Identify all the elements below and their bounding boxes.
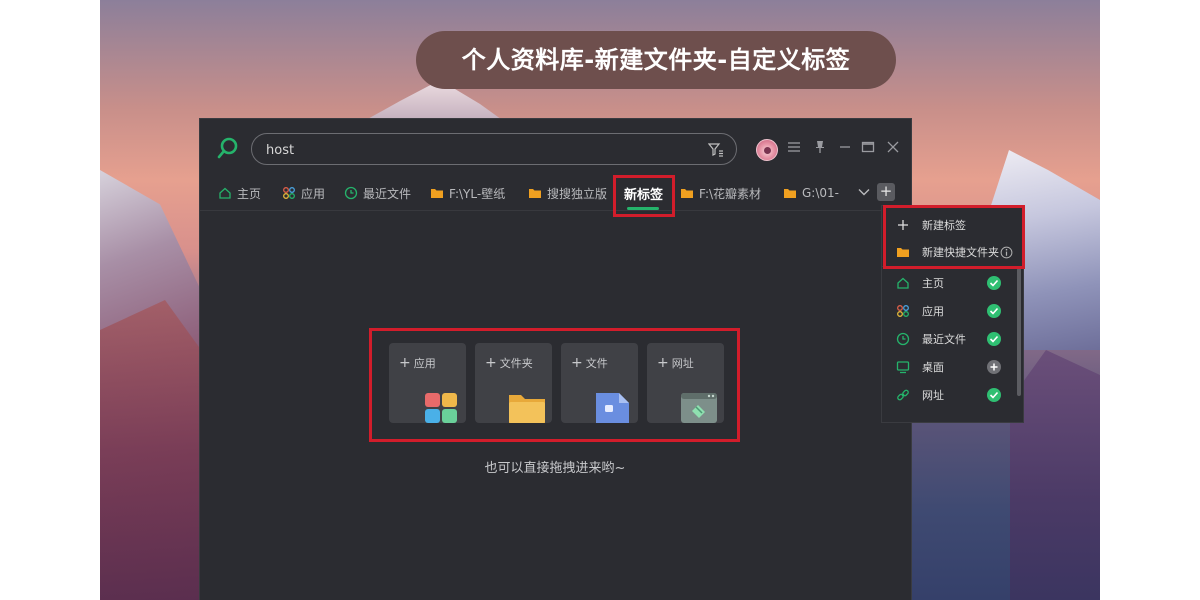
chevron-down-icon[interactable]	[857, 185, 871, 199]
check-icon[interactable]	[987, 332, 1001, 346]
folder-icon	[784, 189, 796, 198]
app-window: 主页 应用 最近文件 F:\YL-壁纸	[199, 118, 913, 600]
add-file-card[interactable]: + 文件	[561, 343, 638, 423]
menu-item-recent-files[interactable]: 最近文件	[882, 328, 1017, 350]
tab-folder-sousou[interactable]: 搜搜独立版	[528, 183, 607, 203]
check-icon[interactable]	[987, 276, 1001, 290]
menu-item-label: 应用	[922, 305, 944, 318]
apps-icon	[897, 305, 909, 317]
tab-folder-g01[interactable]: G:\01-	[783, 183, 839, 203]
banner-title: 个人资料库-新建文件夹-自定义标签	[416, 31, 896, 89]
tab-folder-wallpaper[interactable]: F:\YL-壁纸	[430, 183, 505, 203]
tab-label: F:\YL-壁纸	[449, 186, 506, 201]
browser-tile-icon	[681, 393, 717, 423]
minimize-icon[interactable]	[837, 139, 853, 155]
tab-label: 应用	[301, 186, 326, 201]
tab-bar: 主页 应用 最近文件 F:\YL-壁纸 搜搜独立版 新标签 F:\花瓣素材 G:…	[200, 177, 913, 211]
add-url-card[interactable]: + 网址	[647, 343, 724, 423]
folder-tile-icon	[509, 395, 545, 423]
folder-icon	[431, 189, 443, 198]
card-label: 应用	[413, 357, 436, 370]
menu-item-desktop[interactable]: 桌面	[882, 356, 1017, 378]
plus-icon: +	[399, 355, 411, 371]
home-icon	[219, 187, 231, 199]
tab-highlight-box	[613, 175, 675, 217]
add-folder-card[interactable]: + 文件夹	[475, 343, 552, 423]
tab-label: 搜搜独立版	[547, 186, 608, 201]
tab-home[interactable]: 主页	[218, 183, 261, 203]
tab-label: G:\01-	[802, 186, 839, 200]
menu-item-label: 主页	[922, 277, 944, 290]
menu-item-label: 网址	[922, 389, 944, 402]
search-box[interactable]	[251, 133, 737, 165]
menu-icon[interactable]	[786, 139, 802, 155]
card-label: 网址	[671, 357, 694, 370]
menu-highlight-box	[883, 205, 1025, 269]
link-icon	[897, 389, 909, 401]
maximize-icon[interactable]	[860, 139, 876, 155]
clock-icon	[896, 332, 910, 346]
search-icon[interactable]	[217, 137, 239, 159]
menu-item-home[interactable]: 主页	[882, 272, 1017, 294]
add-app-card[interactable]: + 应用	[389, 343, 466, 423]
search-input[interactable]	[266, 140, 686, 160]
plus-icon: +	[485, 355, 497, 371]
check-icon[interactable]	[987, 304, 1001, 318]
avatar[interactable]	[756, 139, 778, 161]
tab-label: F:\花瓣素材	[699, 186, 762, 201]
home-icon	[897, 277, 909, 289]
monitor-icon	[896, 361, 910, 374]
menu-item-label: 桌面	[922, 361, 944, 374]
clock-icon	[344, 186, 358, 200]
folder-icon	[681, 189, 693, 198]
card-label: 文件	[585, 357, 608, 370]
close-icon[interactable]	[885, 139, 901, 155]
filter-icon[interactable]	[708, 142, 724, 158]
apps-tile-icon	[425, 393, 457, 423]
menu-item-apps[interactable]: 应用	[882, 300, 1017, 322]
check-icon[interactable]	[987, 388, 1001, 402]
menu-item-url[interactable]: 网址	[882, 384, 1017, 406]
tab-label: 主页	[237, 186, 262, 201]
file-tile-icon	[596, 393, 629, 423]
tab-recent-files[interactable]: 最近文件	[344, 183, 411, 203]
menu-scrollbar[interactable]	[1017, 268, 1021, 396]
folder-icon	[529, 189, 541, 198]
menu-item-label: 最近文件	[922, 333, 966, 346]
add-tab-button[interactable]: +	[877, 183, 895, 201]
card-label: 文件夹	[499, 357, 533, 370]
tab-folder-huaban[interactable]: F:\花瓣素材	[680, 183, 761, 203]
pin-icon[interactable]	[812, 139, 828, 155]
plus-icon: +	[571, 355, 583, 371]
apps-icon	[283, 187, 295, 199]
plus-icon: +	[657, 355, 669, 371]
drag-hint-text: 也可以直接拖拽进来哟~	[484, 461, 626, 476]
tab-apps[interactable]: 应用	[282, 183, 325, 203]
add-icon[interactable]	[987, 360, 1001, 374]
tab-label: 最近文件	[363, 186, 412, 201]
